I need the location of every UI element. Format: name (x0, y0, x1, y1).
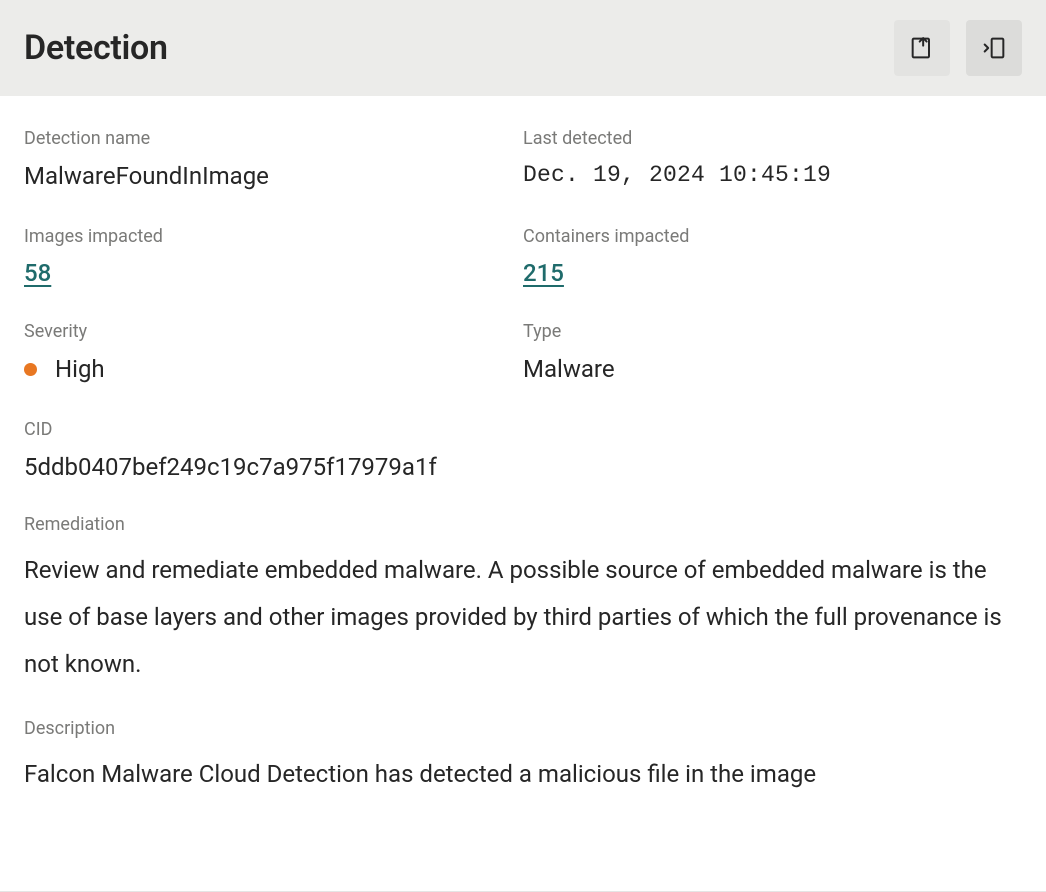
last-detected-label: Last detected (523, 128, 1022, 149)
header-actions (894, 20, 1022, 76)
severity-dot-icon (24, 363, 37, 376)
containers-impacted-label: Containers impacted (523, 226, 1022, 247)
description-text: Falcon Malware Cloud Detection has detec… (24, 751, 1022, 798)
collapse-icon (980, 34, 1008, 62)
panel-header: Detection (0, 0, 1046, 96)
images-impacted-link[interactable]: 58 (24, 259, 51, 287)
collapse-panel-button[interactable] (966, 20, 1022, 76)
remediation-text: Review and remediate embedded malware. A… (24, 547, 1022, 689)
remediation-label: Remediation (24, 514, 1022, 535)
cid-value: 5ddb0407bef249c19c7a975f17979a1f (24, 452, 1022, 483)
severity-label: Severity (24, 321, 523, 342)
panel-title: Detection (24, 28, 168, 68)
type-label: Type (523, 321, 1022, 342)
share-icon (908, 34, 936, 62)
last-detected-value: Dec. 19, 2024 10:45:19 (523, 161, 1022, 191)
share-button[interactable] (894, 20, 950, 76)
detection-name-label: Detection name (24, 128, 523, 149)
type-value: Malware (523, 354, 1022, 385)
panel-body: Detection name MalwareFoundInImage Last … (0, 96, 1046, 853)
detection-name-value: MalwareFoundInImage (24, 161, 523, 192)
severity-value: High (55, 354, 105, 385)
cid-label: CID (24, 419, 1022, 440)
containers-impacted-link[interactable]: 215 (523, 259, 564, 287)
images-impacted-label: Images impacted (24, 226, 523, 247)
description-label: Description (24, 718, 1022, 739)
